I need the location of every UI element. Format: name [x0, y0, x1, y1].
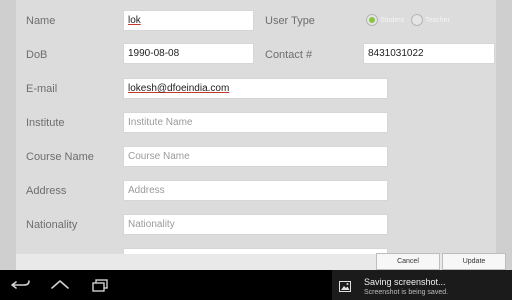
institute-input[interactable] [123, 112, 388, 133]
recent-apps-icon[interactable] [88, 277, 112, 293]
radio-selected-dot [369, 17, 375, 23]
back-icon[interactable] [9, 277, 33, 293]
teacher-radio-label: Teacher [425, 17, 450, 24]
course-label: Course Name [26, 151, 94, 163]
course-input[interactable] [123, 146, 388, 167]
student-radio[interactable] [366, 14, 378, 26]
home-icon[interactable] [48, 277, 72, 293]
screenshot-notification[interactable]: Saving screenshot... Screenshot is being… [332, 270, 512, 300]
dob-label: DoB [26, 49, 48, 61]
name-label: Name [26, 15, 56, 27]
email-label: E-mail [26, 83, 58, 95]
nationality-input[interactable] [123, 214, 388, 235]
app-window: Name User Type Student Teacher DoB Conta… [0, 0, 512, 300]
next-field-input[interactable] [123, 248, 388, 254]
dob-input[interactable] [123, 43, 254, 64]
contact-input[interactable] [363, 43, 495, 64]
right-margin [496, 0, 512, 270]
student-radio-label: Student [380, 17, 405, 24]
image-icon [339, 279, 351, 292]
cancel-button[interactable]: Cancel [376, 253, 440, 270]
name-input[interactable] [123, 10, 254, 31]
teacher-radio[interactable] [411, 14, 423, 26]
email-input[interactable] [123, 78, 388, 99]
institute-label: Institute [26, 117, 65, 129]
notification-subtitle: Screenshot is being saved. [364, 289, 449, 296]
user-type-label: User Type [265, 15, 315, 27]
nationality-label: Nationality [26, 219, 78, 231]
address-label: Address [26, 185, 67, 197]
address-input[interactable] [123, 180, 388, 201]
update-button[interactable]: Update [442, 253, 506, 270]
contact-label: Contact # [265, 49, 313, 61]
left-margin [0, 0, 16, 270]
notification-title: Saving screenshot... [364, 277, 446, 287]
profile-form: Name User Type Student Teacher DoB Conta… [16, 0, 496, 254]
